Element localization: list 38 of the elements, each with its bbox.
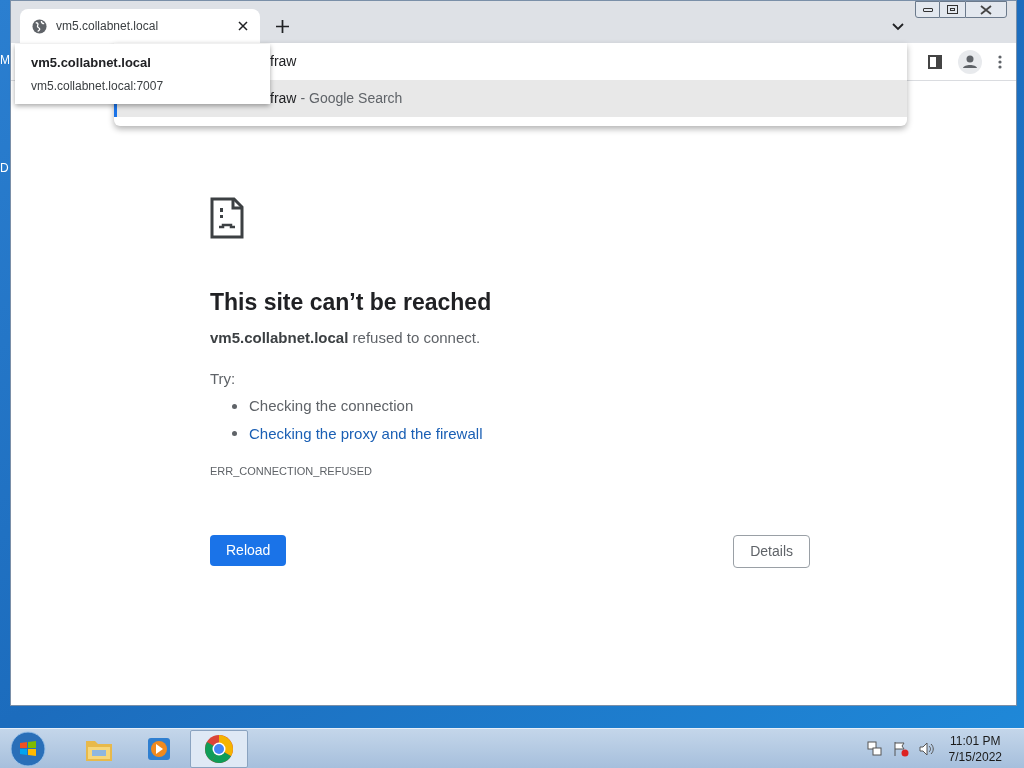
details-button[interactable]: Details	[733, 534, 810, 568]
maximize-button[interactable]	[940, 1, 965, 18]
side-panel-icon[interactable]	[928, 54, 942, 69]
clock-date: 7/15/2022	[948, 748, 1002, 765]
try-label: Try:	[210, 368, 237, 389]
clock[interactable]: 11:01 PM 7/15/2022	[948, 732, 1002, 765]
error-code: ERR_CONNECTION_REFUSED	[210, 464, 373, 479]
error-heading: This site can’t be reached	[210, 288, 493, 317]
tab-title: vm5.collabnet.local	[56, 18, 160, 35]
menu-icon[interactable]	[998, 54, 1002, 69]
bullet-icon	[232, 431, 237, 437]
taskbar-app[interactable]	[190, 729, 248, 768]
clock-time: 11:01 PM	[950, 732, 1001, 749]
error-message: vm5.collabnet.local refused to connect.	[210, 328, 482, 348]
close-button[interactable]	[965, 1, 1007, 18]
close-icon[interactable]	[238, 21, 248, 31]
close-icon	[980, 4, 992, 15]
network-icon[interactable]	[866, 740, 883, 757]
profile-icon[interactable]	[958, 49, 982, 74]
browser-tab[interactable]: vm5.collabnet.local	[20, 9, 260, 43]
start-button[interactable]	[10, 730, 46, 767]
sad-page-icon	[210, 197, 244, 239]
flag-error-icon[interactable]	[892, 740, 909, 757]
suggestion-link[interactable]: Checking the proxy and the firewall	[249, 422, 483, 445]
globe-icon	[32, 18, 47, 34]
tooltip-title: vm5.collabnet.local	[31, 54, 152, 73]
speaker-icon[interactable]	[918, 740, 935, 757]
new-tab-icon[interactable]	[276, 20, 289, 33]
bullet-icon	[232, 403, 237, 409]
chevron-down-icon[interactable]	[892, 23, 904, 31]
suggestion-source: - Google Search	[300, 89, 403, 108]
reload-button[interactable]: Reload	[210, 534, 287, 566]
minimize-button[interactable]	[915, 1, 940, 18]
suggestion-query: fraw	[270, 89, 297, 108]
browser-logo-icon	[204, 733, 234, 764]
suggestion-text: Checking the connection	[249, 396, 414, 416]
desktop-label: M	[0, 54, 10, 66]
desktop-label: D	[0, 162, 10, 174]
